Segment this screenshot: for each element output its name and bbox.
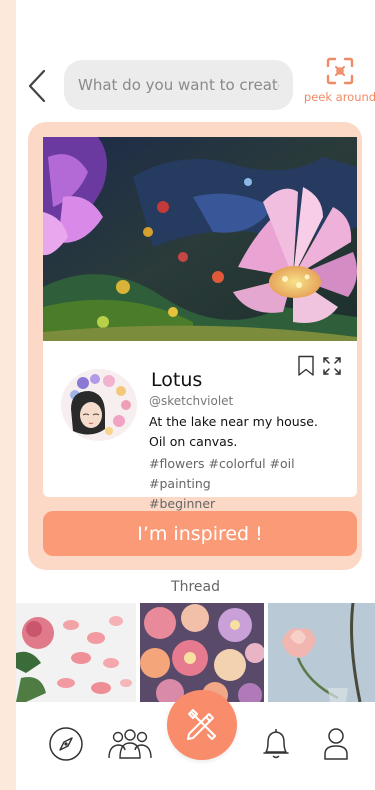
thread-item-flower-collage[interactable] xyxy=(140,603,264,702)
community-icon xyxy=(108,729,152,759)
inspired-button[interactable]: I’m inspired ! xyxy=(43,511,357,556)
compass-icon xyxy=(49,727,83,761)
post-title: Lotus xyxy=(151,369,203,391)
peek-around-button[interactable]: peek around xyxy=(300,56,375,108)
avatar[interactable] xyxy=(61,369,137,441)
featured-post-card: Lotus @sketchviolet At the lake near my … xyxy=(28,122,362,570)
scan-icon xyxy=(326,57,354,85)
post-info-panel: Lotus @sketchviolet At the lake near my … xyxy=(43,341,357,511)
post-description-line: At the lake near my house. xyxy=(149,414,318,429)
bell-icon xyxy=(263,729,289,759)
expand-icon[interactable] xyxy=(323,357,341,375)
nav-community-button[interactable] xyxy=(106,724,154,764)
bookmark-icon[interactable] xyxy=(297,355,315,377)
thread-item-pink-tulip[interactable] xyxy=(268,603,375,702)
search-input[interactable] xyxy=(64,60,293,110)
create-button[interactable] xyxy=(167,690,237,760)
peek-around-label: peek around xyxy=(303,90,375,104)
nav-explore-button[interactable] xyxy=(46,724,86,764)
thread-item-rose-petals[interactable] xyxy=(16,603,136,702)
thread-label: Thread xyxy=(171,579,220,595)
thread-strip[interactable] xyxy=(16,603,375,702)
post-image[interactable] xyxy=(43,137,357,341)
lotus-painting xyxy=(43,137,357,341)
app-screen: peek around xyxy=(16,0,375,790)
author-handle[interactable]: @sketchviolet xyxy=(149,394,233,408)
nav-notifications-button[interactable] xyxy=(256,724,296,764)
back-button[interactable] xyxy=(24,68,50,104)
profile-icon xyxy=(324,728,348,760)
tags-line: #flowers #colorful #oil #painting xyxy=(149,456,295,491)
nav-profile-button[interactable] xyxy=(316,724,356,764)
chevron-left-icon xyxy=(28,69,46,103)
post-tags[interactable]: #flowers #colorful #oil #painting #begin… xyxy=(149,454,349,514)
post-description-line: Oil on canvas. xyxy=(149,434,238,449)
create-icon xyxy=(187,709,216,740)
